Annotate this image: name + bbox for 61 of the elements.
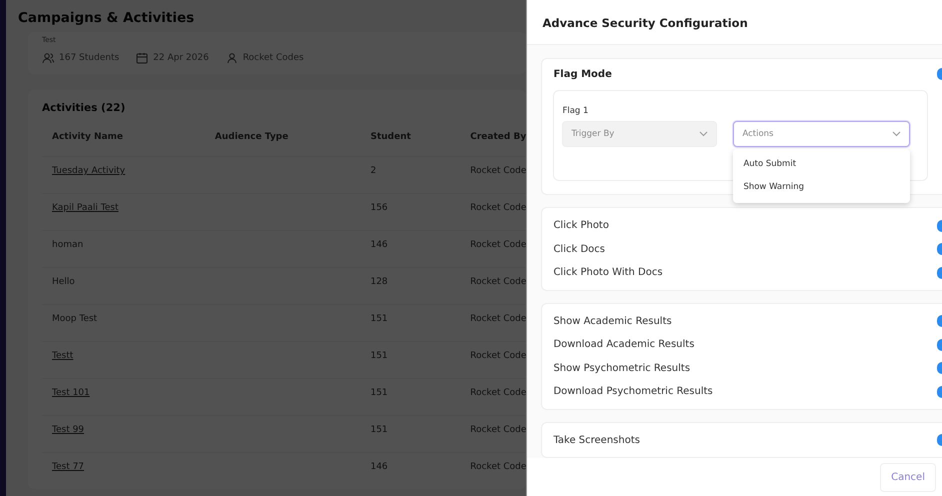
- column-header: Audience Type: [214, 132, 288, 142]
- table-cell: Rocket Code: [470, 277, 526, 287]
- setting-label: Click Photo With Docs: [553, 267, 663, 278]
- activity-link[interactable]: Test 99: [52, 425, 84, 435]
- toggle-switch[interactable]: [937, 266, 942, 279]
- column-header: Activity Name: [52, 132, 124, 142]
- menu-option[interactable]: Auto Submit: [733, 153, 910, 176]
- table-cell: Rocket Code: [470, 203, 526, 213]
- activity-link[interactable]: Test 101: [52, 388, 90, 398]
- table-cell: 151: [370, 351, 388, 361]
- chevron-icon: [892, 131, 902, 137]
- setting-label: Download Academic Results: [553, 339, 694, 350]
- activity-link[interactable]: Test 77: [52, 462, 84, 472]
- setting-label: Download Psychometric Results: [553, 386, 713, 398]
- table-cell: Moop Test: [52, 314, 98, 324]
- table-cell: 146: [370, 240, 388, 250]
- table-cell: homan: [52, 240, 84, 250]
- toggle-switch[interactable]: [937, 386, 942, 398]
- toggle-switch[interactable]: [937, 243, 942, 256]
- table-cell: 151: [370, 425, 388, 435]
- cancel-button[interactable]: Cancel: [880, 462, 936, 492]
- table-cell: 156: [370, 203, 388, 213]
- flag-label: Flag 1: [562, 106, 588, 116]
- page-title: Campaigns & Activities: [18, 10, 196, 26]
- table-cell: Rocket Code: [470, 425, 526, 435]
- section-title: Activities (22): [42, 102, 126, 114]
- table-cell: Rocket Code: [470, 388, 526, 398]
- table-cell: Hello: [52, 277, 75, 287]
- table-cell: 151: [370, 388, 388, 398]
- setting-label: Flag Mode: [553, 68, 612, 80]
- table-cell: Rocket Code: [470, 462, 526, 472]
- table-cell: 2: [370, 166, 376, 176]
- chevron-icon: [699, 131, 708, 137]
- toggle-switch[interactable]: [937, 315, 942, 328]
- table-cell: Rocket Code: [470, 314, 526, 324]
- column-header: Created By: [470, 132, 526, 142]
- setting-label: Take Screenshots: [553, 434, 640, 446]
- table-cell: 128: [370, 277, 388, 287]
- activity-link[interactable]: Tuesday Activity: [52, 166, 126, 176]
- user-icon: [226, 52, 238, 64]
- table-cell: Rocket Code: [470, 240, 526, 250]
- column-header: Student: [370, 132, 411, 142]
- setting-label: Show Psychometric Results: [553, 362, 690, 374]
- menu-option[interactable]: Show Warning: [733, 176, 910, 199]
- toggle-switch[interactable]: [937, 434, 942, 446]
- table-cell: Rocket Code: [470, 166, 526, 176]
- activity-link[interactable]: Testt: [52, 351, 74, 361]
- toggle-switch[interactable]: [937, 68, 942, 80]
- table-cell: 146: [370, 462, 388, 472]
- toggle-switch[interactable]: [937, 338, 942, 351]
- setting-label: Click Photo: [553, 220, 609, 232]
- activity-link[interactable]: Kapil Paali Test: [52, 203, 118, 213]
- table-cell: Rocket Code: [470, 351, 526, 361]
- users-icon: [42, 52, 54, 64]
- toggle-switch[interactable]: [937, 362, 942, 374]
- setting-label: Show Academic Results: [553, 316, 672, 327]
- setting-label: Click Docs: [553, 244, 605, 255]
- table-cell: 151: [370, 314, 388, 324]
- toggle-switch[interactable]: [937, 220, 942, 232]
- calendar-icon: [136, 52, 148, 64]
- actions-select[interactable]: Actions: [733, 121, 910, 147]
